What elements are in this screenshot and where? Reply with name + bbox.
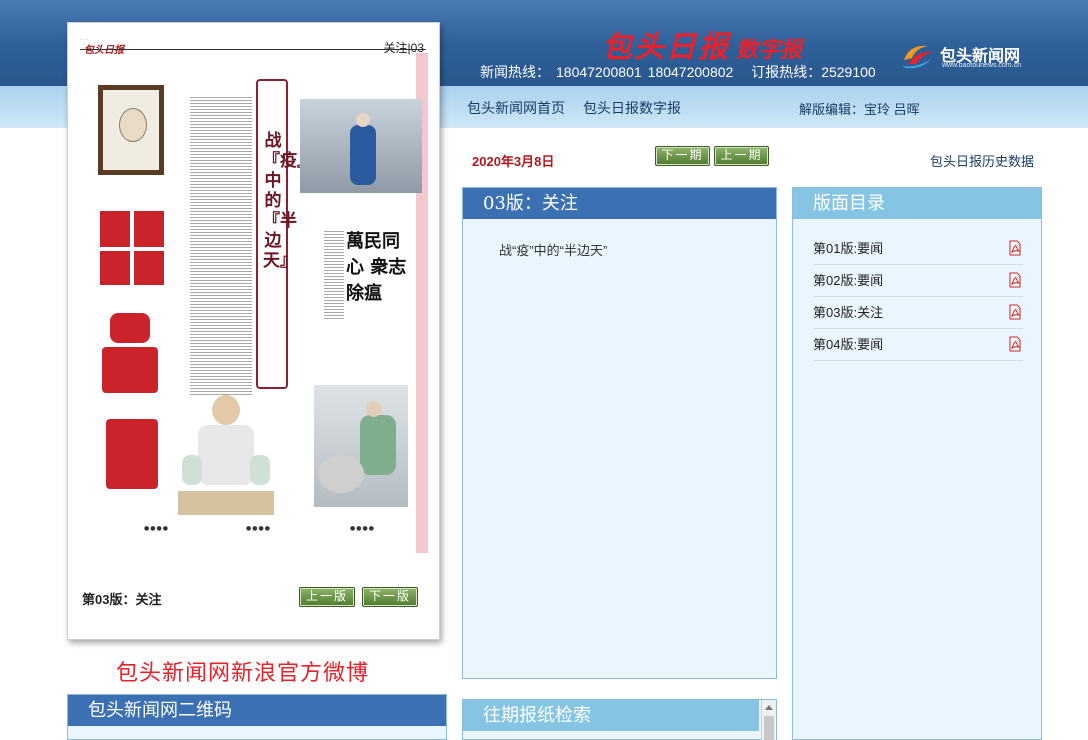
article-link[interactable]: 战“疫”中的“半边天” [499, 240, 607, 259]
prev-page-button[interactable]: 上一版 [299, 587, 355, 607]
headline-box: 战 『疫』 中的 『半边天』 [256, 79, 314, 389]
hotline-bar: 新闻热线： 18047200801 18047200802 订报热线：2529100 [480, 62, 882, 82]
paper-cut-art-3 [102, 419, 162, 489]
headline-vertical: 战 『疫』 中的 『半边天』 [263, 131, 314, 271]
toc-item-label[interactable]: 第02版:要闻 [813, 273, 883, 288]
next-page-button[interactable]: 下一版 [362, 587, 418, 607]
pdf-icon[interactable] [1009, 240, 1021, 256]
scroll-thumb[interactable] [764, 716, 774, 740]
scroll-up-icon[interactable] [765, 705, 773, 710]
photo-worker [300, 99, 422, 193]
paper-cut-art-2 [102, 313, 158, 393]
calligraphy-inscription [324, 229, 344, 319]
toc-item[interactable]: 第01版:要闻 [813, 233, 1023, 265]
qr-panel-title: 包头新闻网二维码 [68, 695, 446, 726]
pdf-icon[interactable] [1009, 272, 1021, 288]
registration-marks-1: ●●●● [144, 525, 169, 532]
toc-panel: 版面目录 第01版:要闻 第02版:要闻 第03版:关注 第04版:要闻 [792, 187, 1042, 740]
news-hotline-2: 18047200802 [647, 64, 734, 80]
baotounews-logo[interactable]: 包头新闻网 www.baotounews.com.cn [900, 38, 1030, 74]
subscribe-number: 2529100 [821, 64, 876, 80]
next-issue-button[interactable]: 下一期 [655, 146, 710, 166]
nav-home-link[interactable]: 包头新闻网首页 [467, 100, 565, 116]
newspaper-preview: · · · 包头日报 关注|03 战 『疫』 中的 『半边天』 萬民同心 衆志除… [67, 22, 440, 640]
toc-item[interactable]: 第04版:要闻 [813, 329, 1023, 361]
section-panel: 03版：关注 战“疫”中的“半边天” [462, 187, 777, 679]
paper-cut-art-1 [100, 211, 164, 285]
swirl-icon [902, 45, 934, 69]
logo-url: www.baotounews.com.cn [942, 62, 1021, 69]
masthead-title: 包头日报 [602, 30, 730, 65]
archive-scrollbar[interactable] [761, 700, 776, 740]
toc-item[interactable]: 第03版:关注 [813, 297, 1023, 329]
toc-item-label[interactable]: 第04版:要闻 [813, 337, 883, 352]
toc-item[interactable]: 第02版:要闻 [813, 265, 1023, 297]
portrait-painting [98, 85, 164, 175]
toc-item-label[interactable]: 第01版:要闻 [813, 241, 883, 256]
news-hotline-1: 18047200801 [556, 64, 642, 80]
newspaper-page-image[interactable]: · · · 包头日报 关注|03 战 『疫』 中的 『半边天』 萬民同心 衆志除… [78, 35, 428, 555]
weibo-link[interactable]: 包头新闻网新浪官方微博 [116, 655, 369, 687]
prev-issue-button[interactable]: 上一期 [714, 146, 769, 166]
archive-search-panel: 往期报纸检索 [462, 699, 777, 740]
nav-digital-link[interactable]: 包头日报数字报 [583, 100, 681, 116]
page-editor: 解版编辑：宝玲 吕晖 [799, 102, 920, 117]
news-hotline-label: 新闻热线： [480, 64, 550, 80]
qr-panel: 包头新闻网二维码 [67, 694, 447, 740]
photo-dumplings [314, 385, 408, 507]
article-text-column-1 [190, 95, 252, 425]
registration-marks-3: ●●●● [350, 525, 375, 532]
archive-search-title: 往期报纸检索 [463, 700, 759, 731]
pdf-icon[interactable] [1009, 304, 1021, 320]
issue-date: 2020年3月8日 [472, 154, 555, 169]
figurine-sculpture [178, 395, 274, 515]
registration-marks-2: ●●●● [246, 525, 271, 532]
history-data-link[interactable]: 包头日报历史数据 [930, 151, 1034, 170]
calligraphy-art: 萬民同心 衆志除瘟 [346, 231, 407, 304]
subscribe-label: 订报热线： [751, 64, 822, 80]
toc-item-label[interactable]: 第03版:关注 [813, 305, 883, 320]
paper-header-rule [80, 49, 426, 50]
pdf-icon[interactable] [1009, 336, 1021, 352]
masthead-suffix: 数字报 [736, 37, 803, 63]
toc-panel-title: 版面目录 [793, 188, 1041, 219]
toc-list: 第01版:要闻 第02版:要闻 第03版:关注 第04版:要闻 [813, 233, 1023, 361]
section-panel-title: 03版：关注 [463, 188, 776, 219]
current-page-label: 第03版：关注 [82, 592, 162, 607]
top-nav: 包头新闻网首页 包头日报数字报 [467, 98, 699, 118]
masthead: 包头日报 数字报 [602, 22, 802, 66]
